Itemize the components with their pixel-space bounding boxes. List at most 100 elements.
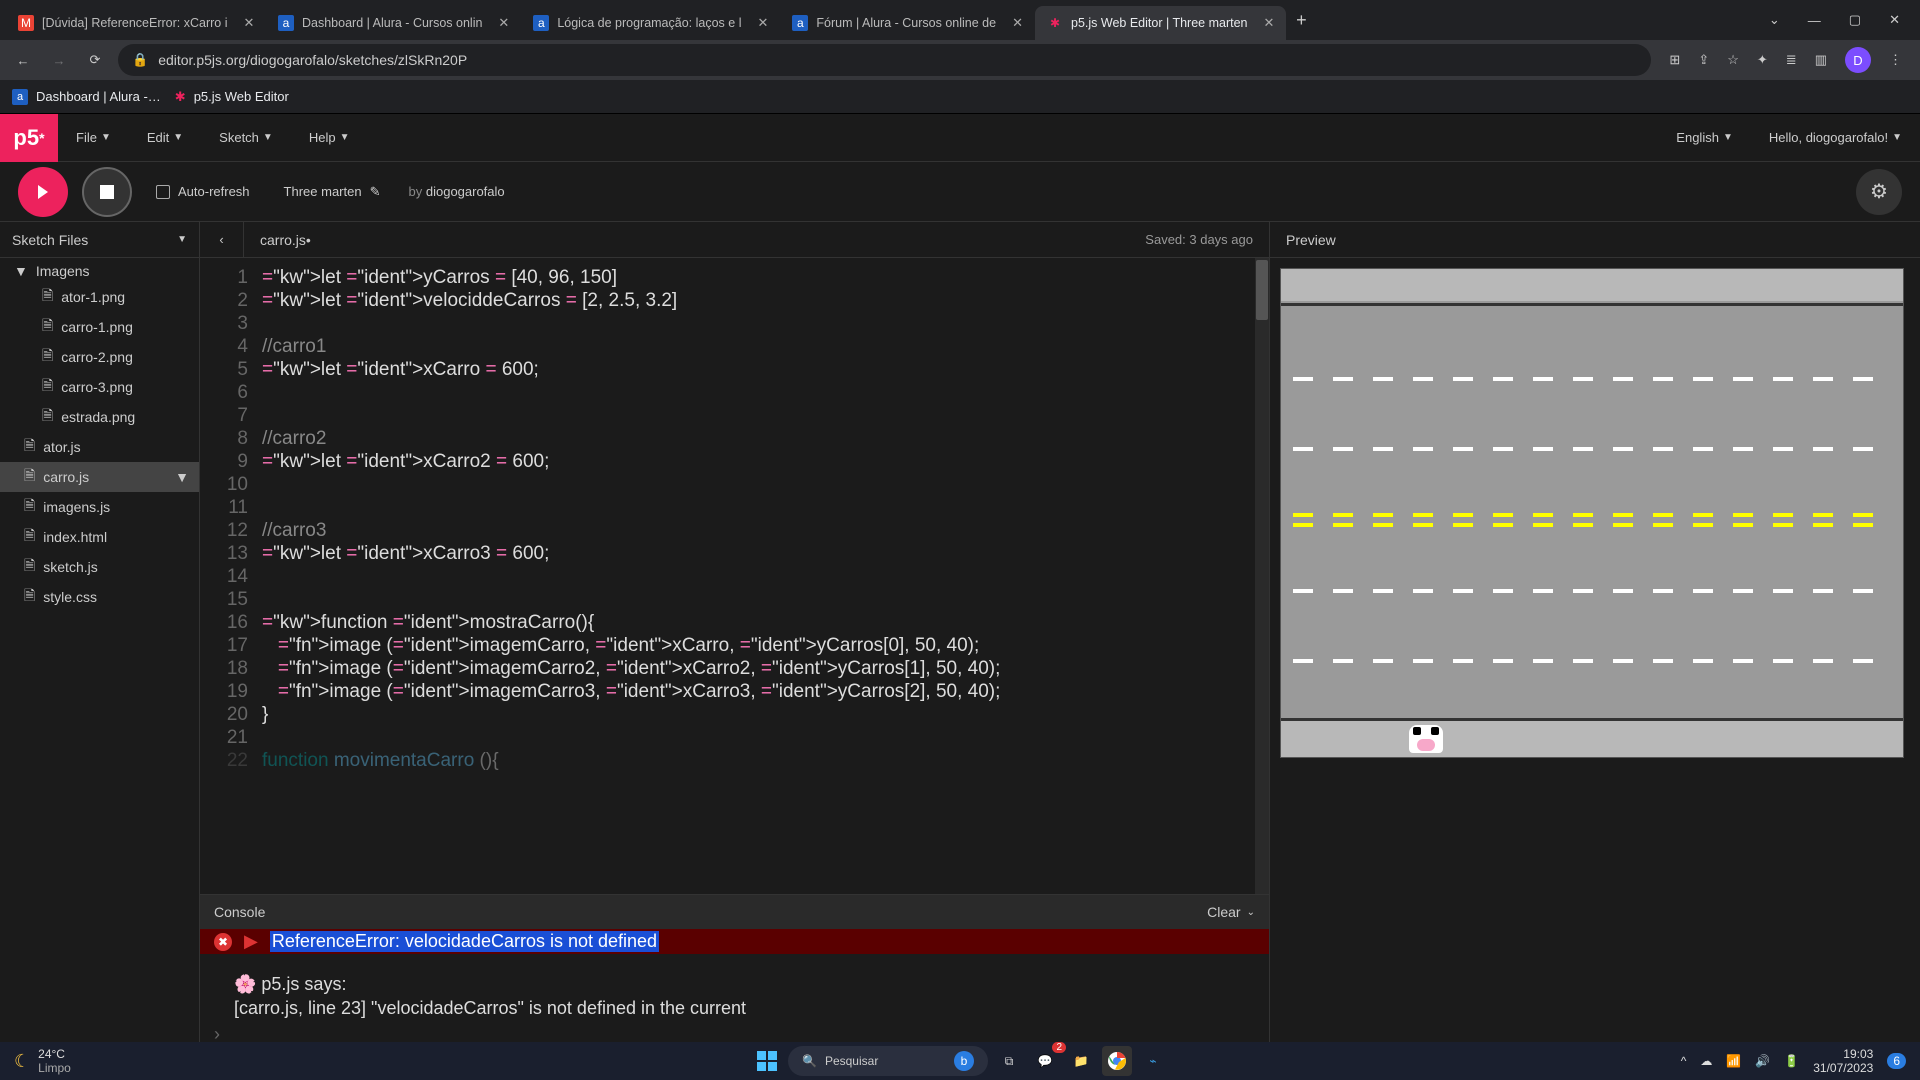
user-greeting[interactable]: Hello, diogogarofalo!▼ [1751,114,1920,162]
play-button[interactable] [18,167,68,217]
file-item[interactable]: 🗎carro-2.png [0,342,199,372]
code-content[interactable]: ="kw">let ="ident">yCarros = [40, 96, 15… [256,258,1269,894]
console-header: Console Clear⌄ [200,895,1269,929]
browser-tab[interactable]: a Dashboard | Alura - Cursos onlin ✕ [266,6,521,40]
file-icon: 🗎 [42,285,53,309]
code-editor[interactable]: 12345678910111213141516171819202122 ="kw… [200,258,1269,894]
back-button[interactable]: ← [10,47,36,73]
translate-icon[interactable]: ⊞ [1669,52,1680,68]
bookmark-item[interactable]: ✱ p5.js Web Editor [175,89,289,105]
tab-title: Fórum | Alura - Cursos online de [816,16,996,30]
alura-icon: a [278,15,294,31]
preview-header: Preview [1270,222,1920,258]
settings-button[interactable]: ⚙ [1856,169,1902,215]
file-item[interactable]: 🗎imagens.js [0,492,199,522]
browser-tab[interactable]: a Fórum | Alura - Cursos online de ✕ [780,6,1035,40]
collapse-sidebar-button[interactable]: ‹ [200,222,244,258]
file-item[interactable]: 🗎ator-1.png [0,282,199,312]
bookmark-icon[interactable]: ☆ [1727,52,1739,68]
close-icon[interactable]: ✕ [1889,12,1900,28]
sidebar-header[interactable]: Sketch Files ▼ [0,222,199,258]
start-button[interactable] [752,1046,782,1076]
file-item[interactable]: 🗎estrada.png [0,402,199,432]
close-icon[interactable]: ✕ [498,15,509,31]
console-prompt[interactable]: › [200,1020,1269,1042]
p5-logo[interactable]: p5* [0,114,58,162]
file-item-selected[interactable]: 🗎carro.js▼ [0,462,199,492]
bookmark-item[interactable]: a Dashboard | Alura -… [12,89,161,105]
error-icon: ✖ [214,933,232,951]
file-icon: 🗎 [24,555,35,579]
file-item[interactable]: 🗎carro-3.png [0,372,199,402]
chevron-down-icon[interactable]: ▼ [175,469,189,485]
scrollbar[interactable] [1255,258,1269,894]
file-item[interactable]: 🗎index.html [0,522,199,552]
file-item[interactable]: 🗎style.css [0,582,199,612]
caret-down-icon: ▼ [14,263,28,279]
taskview-icon: ⧉ [1005,1054,1014,1069]
browser-tab[interactable]: a Lógica de programação: laços e l ✕ [521,6,780,40]
sidebar: Sketch Files ▼ ▼Imagens 🗎ator-1.png 🗎car… [0,222,200,1042]
menu-edit[interactable]: Edit▼ [129,114,201,162]
notifications-button[interactable]: 6 [1887,1053,1906,1069]
close-icon[interactable]: ✕ [243,15,254,31]
close-icon[interactable]: ✕ [1012,15,1023,31]
close-icon[interactable]: ✕ [1263,15,1274,31]
taskbar-search[interactable]: 🔍 Pesquisar b [788,1046,988,1076]
console-clear-button[interactable]: Clear⌄ [1207,904,1255,920]
share-icon[interactable]: ⇪ [1698,52,1709,68]
file-item[interactable]: 🗎carro-1.png [0,312,199,342]
chat-button[interactable]: 💬2 [1030,1046,1060,1076]
extensions-icon[interactable]: ✦ [1757,52,1768,68]
reload-button[interactable]: ⟳ [82,47,108,73]
minimize-icon[interactable]: ― [1808,13,1821,28]
toolbar-actions: ⊞ ⇪ ☆ ✦ ≣ ▥ D ⋮ [1661,47,1910,73]
profile-avatar[interactable]: D [1845,47,1871,73]
close-icon[interactable]: ✕ [757,15,768,31]
menu-sketch[interactable]: Sketch▼ [201,114,291,162]
volume-icon[interactable]: 🔊 [1755,1054,1770,1068]
browser-tab-active[interactable]: ✱ p5.js Web Editor | Three marten ✕ [1035,6,1286,40]
language-selector[interactable]: English▼ [1658,114,1751,162]
menu-file[interactable]: File▼ [58,114,129,162]
alura-icon: a [792,15,808,31]
stop-button[interactable] [82,167,132,217]
vscode-button[interactable]: ⌁ [1138,1046,1168,1076]
file-icon: 🗎 [24,435,35,459]
bing-icon: b [954,1051,974,1071]
file-icon: 🗎 [42,405,53,429]
console-message: 🌸 p5.js says: [carro.js, line 23] "veloc… [200,954,1269,1020]
taskbar-weather[interactable]: ☾ 24°C Limpo [0,1047,71,1075]
browser-tab[interactable]: M [Dúvida] ReferenceError: xCarro i ✕ [6,6,266,40]
battery-icon[interactable]: 🔋 [1784,1054,1799,1068]
chevron-down-icon[interactable]: ⌄ [1769,12,1780,28]
taskbar-clock[interactable]: 19:03 31/07/2023 [1813,1047,1873,1075]
reading-list-icon[interactable]: ≣ [1786,52,1797,68]
onedrive-icon[interactable]: ☁ [1700,1054,1712,1068]
sketch-canvas[interactable] [1280,268,1904,758]
folder-item[interactable]: ▼Imagens [0,260,199,282]
address-bar[interactable]: 🔒 editor.p5js.org/diogogarofalo/sketches… [118,44,1651,76]
file-item[interactable]: 🗎ator.js [0,432,199,462]
chevron-up-icon[interactable]: ^ [1681,1054,1687,1068]
forward-button[interactable]: → [46,47,72,73]
menu-help[interactable]: Help▼ [291,114,368,162]
gmail-icon: M [18,15,34,31]
sidepanel-icon[interactable]: ▥ [1815,52,1827,68]
maximize-icon[interactable]: ▢ [1849,12,1861,28]
sketch-name[interactable]: Three marten ✎ [284,184,381,200]
taskview-button[interactable]: ⧉ [994,1046,1024,1076]
kebab-menu-icon[interactable]: ⋮ [1889,52,1902,68]
search-icon: 🔍 [802,1054,817,1068]
p5-editor: p5* File▼ Edit▼ Sketch▼ Help▼ English▼ H… [0,114,1920,1042]
wifi-icon[interactable]: 📶 [1726,1054,1741,1068]
console-error[interactable]: ✖ ▶ ReferenceError: velocidadeCarros is … [200,929,1269,954]
scrollbar-thumb[interactable] [1256,260,1268,320]
file-tab[interactable]: carro.js• [244,232,327,248]
explorer-button[interactable]: 📁 [1066,1046,1096,1076]
autorefresh-toggle[interactable]: Auto-refresh [156,184,250,199]
file-item[interactable]: 🗎sketch.js [0,552,199,582]
new-tab-button[interactable]: + [1286,0,1316,40]
chrome-button[interactable] [1102,1046,1132,1076]
url-text: editor.p5js.org/diogogarofalo/sketches/z… [158,52,467,68]
